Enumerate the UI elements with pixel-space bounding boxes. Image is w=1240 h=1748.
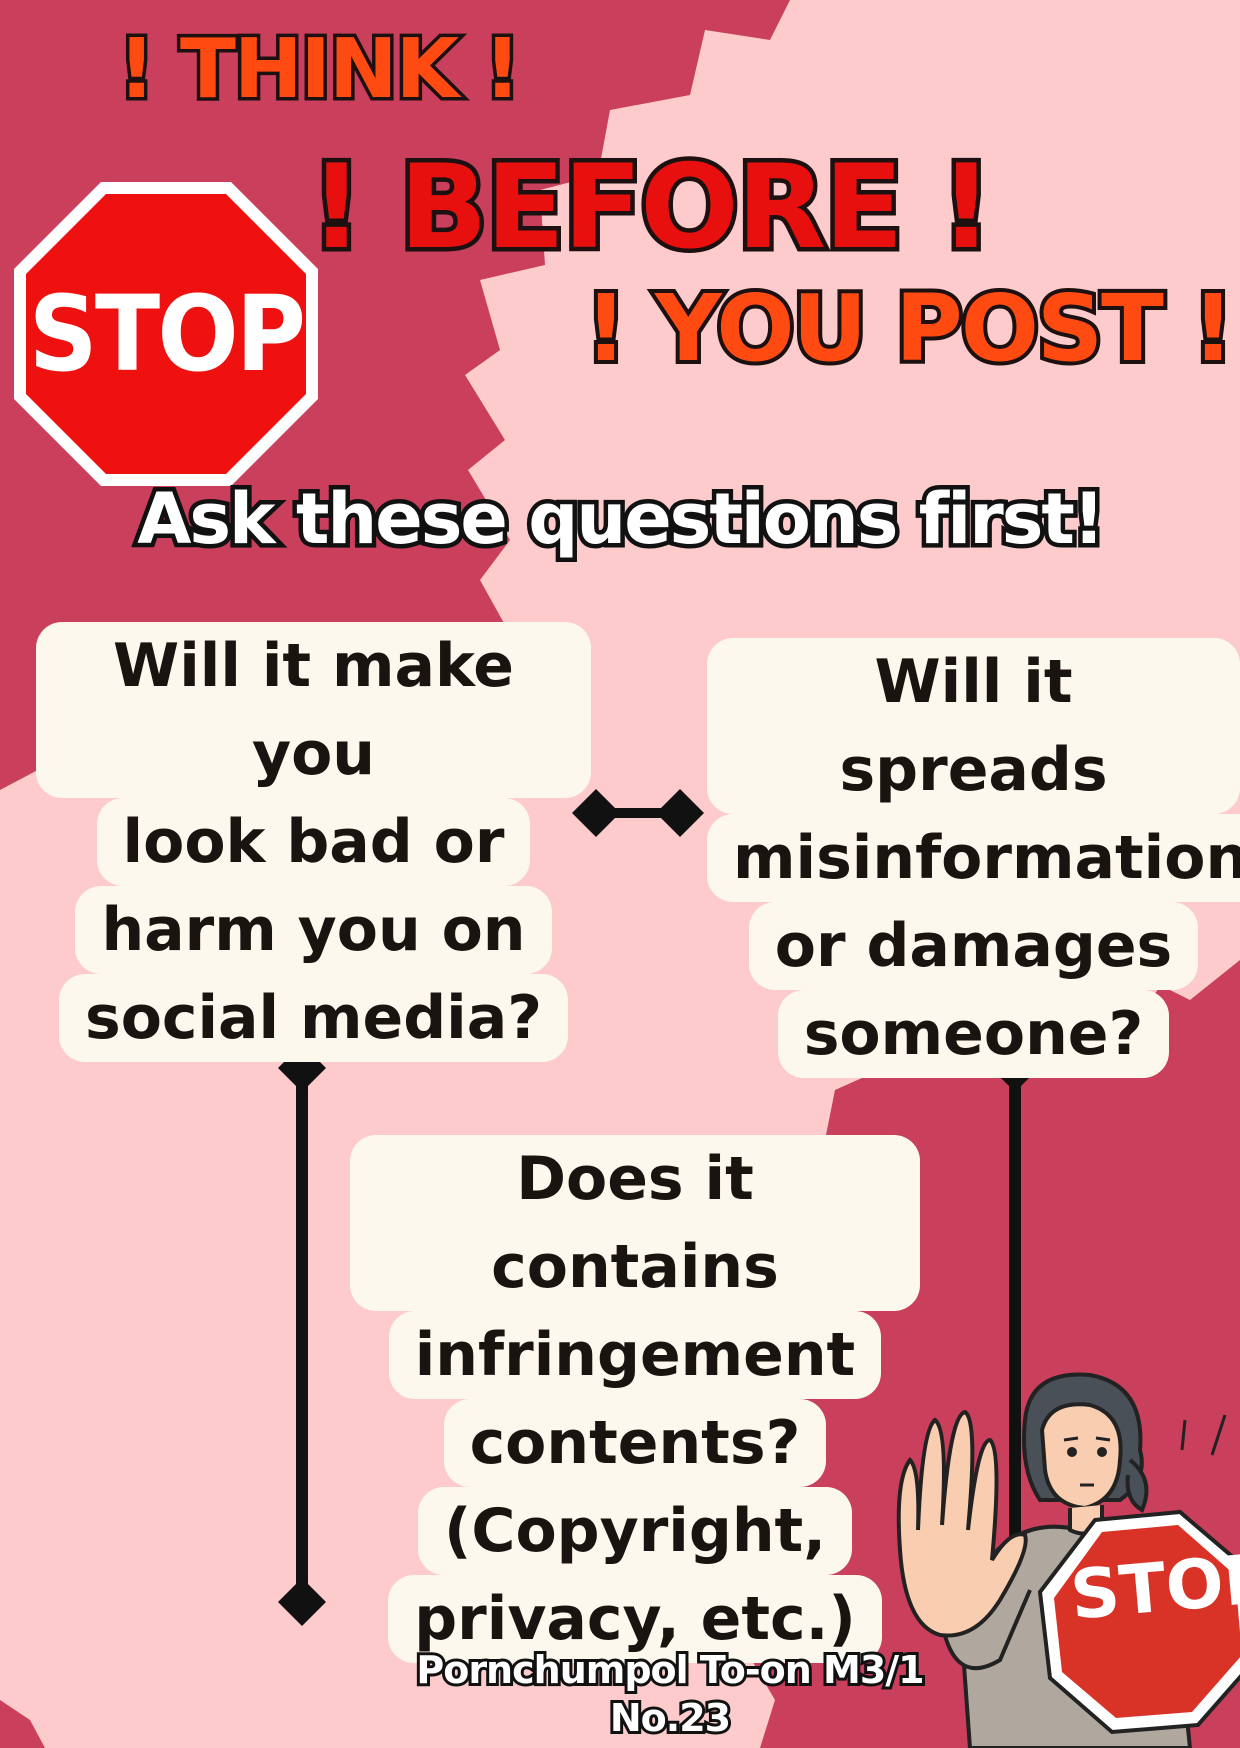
- question-line: someone?: [777, 990, 1170, 1078]
- credit-name: Pornchumpol To-on M3/1: [413, 1645, 927, 1695]
- question-line: Will it spreads: [707, 638, 1240, 814]
- author-credit: Pornchumpol To-on M3/1 No.23: [410, 1645, 930, 1743]
- question-line: misinformation: [707, 814, 1240, 902]
- question-line: (Copyright,: [417, 1487, 853, 1575]
- headline-before: ! BEFORE !: [306, 136, 998, 280]
- poster: STOP ! THINK ! ! BEFORE ! ! YOU POST ! A…: [0, 0, 1240, 1748]
- question-line: look bad or: [96, 798, 531, 886]
- headline-you-post: ! YOU POST !: [581, 271, 1238, 386]
- stop-sign-label: STOP: [28, 273, 306, 395]
- question-line: harm you on: [75, 886, 552, 974]
- question-line: infringement: [388, 1311, 882, 1399]
- question-line: social media?: [58, 974, 569, 1062]
- question-box-reputation: Will it make you look bad or harm you on…: [36, 622, 591, 1062]
- question-line: or damages: [748, 902, 1199, 990]
- left-vertical-connector: [278, 1044, 326, 1626]
- question-box-infringement: Does it contains infringement contents? …: [350, 1135, 920, 1663]
- question-line: Does it contains: [350, 1135, 920, 1311]
- question-box-misinformation: Will it spreads misinformation or damage…: [707, 638, 1240, 1078]
- headline-think: ! THINK !: [114, 19, 524, 121]
- question-line: Will it make you: [36, 622, 591, 798]
- credit-number: No.23: [607, 1693, 734, 1743]
- subtitle: Ask these questions first!: [133, 474, 1110, 565]
- question-line: contents?: [443, 1399, 827, 1487]
